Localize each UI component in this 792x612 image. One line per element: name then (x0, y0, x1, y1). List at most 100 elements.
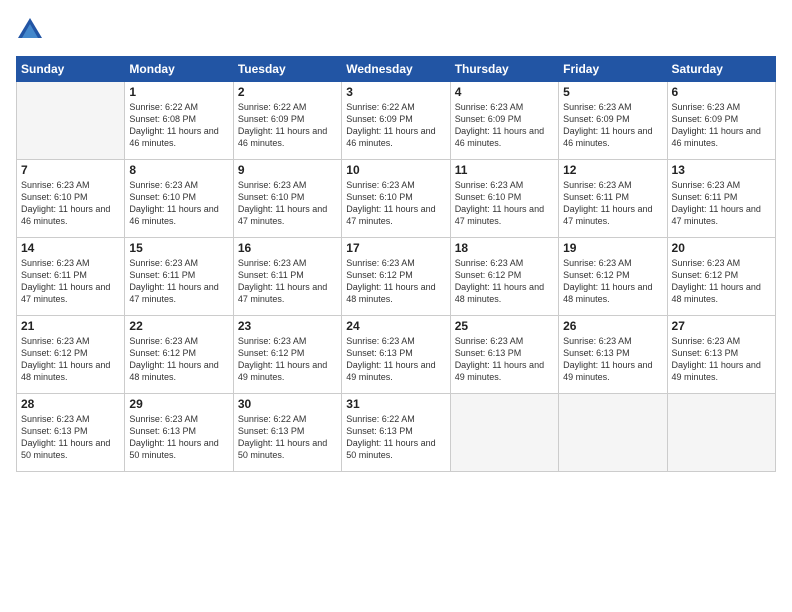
day-info: Sunrise: 6:23 AMSunset: 6:11 PMDaylight:… (238, 257, 337, 306)
day-info: Sunrise: 6:23 AMSunset: 6:12 PMDaylight:… (346, 257, 445, 306)
day-info: Sunrise: 6:23 AMSunset: 6:13 PMDaylight:… (21, 413, 120, 462)
calendar-week-row: 21 Sunrise: 6:23 AMSunset: 6:12 PMDayligh… (17, 316, 776, 394)
calendar-cell: 20Sunrise: 6:23 AMSunset: 6:12 PMDayligh… (667, 238, 775, 316)
calendar-cell: 3 Sunrise: 6:22 AMSunset: 6:09 PMDaylight… (342, 82, 450, 160)
day-number: 26 (563, 319, 662, 333)
day-info: Sunrise: 6:23 AMSunset: 6:12 PMDaylight:… (455, 257, 554, 306)
calendar-cell: 7 Sunrise: 6:23 AMSunset: 6:10 PMDaylight… (17, 160, 125, 238)
calendar-week-row: 28 Sunrise: 6:23 AMSunset: 6:13 PMDayligh… (17, 394, 776, 472)
day-info: Sunrise: 6:23 AMSunset: 6:13 PMDaylight:… (129, 413, 228, 462)
day-info: Sunrise: 6:23 AMSunset: 6:11 PMDaylight:… (563, 179, 662, 228)
day-number: 14 (21, 241, 120, 255)
calendar-cell: 18 Sunrise: 6:23 AMSunset: 6:12 PMDayligh… (450, 238, 558, 316)
weekday-header-friday: Friday (559, 57, 667, 82)
header (16, 16, 776, 44)
day-info: Sunrise: 6:23 AMSunset: 6:11 PMDaylight:… (672, 179, 771, 228)
logo-icon (16, 16, 44, 44)
day-info: Sunrise: 6:23 AMSunset: 6:12 PMDaylight:… (563, 257, 662, 306)
weekday-header-monday: Monday (125, 57, 233, 82)
day-info: Sunrise: 6:22 AMSunset: 6:13 PMDaylight:… (238, 413, 337, 462)
day-info: Sunrise: 6:23 AMSunset: 6:10 PMDaylight:… (346, 179, 445, 228)
calendar-week-row: 1Sunrise: 6:22 AMSunset: 6:08 PMDaylight… (17, 82, 776, 160)
day-number: 15 (129, 241, 228, 255)
calendar-week-row: 7 Sunrise: 6:23 AMSunset: 6:10 PMDaylight… (17, 160, 776, 238)
day-number: 21 (21, 319, 120, 333)
day-info: Sunrise: 6:23 AMSunset: 6:09 PMDaylight:… (563, 101, 662, 150)
day-number: 2 (238, 85, 337, 99)
day-info: Sunrise: 6:23 AMSunset: 6:10 PMDaylight:… (455, 179, 554, 228)
day-info: Sunrise: 6:23 AMSunset: 6:09 PMDaylight:… (672, 101, 771, 150)
calendar-cell: 21 Sunrise: 6:23 AMSunset: 6:12 PMDayligh… (17, 316, 125, 394)
day-info: Sunrise: 6:23 AMSunset: 6:10 PMDaylight:… (238, 179, 337, 228)
day-number: 23 (238, 319, 337, 333)
calendar-cell: 23 Sunrise: 6:23 AMSunset: 6:12 PMDayligh… (233, 316, 341, 394)
calendar-cell: 9 Sunrise: 6:23 AMSunset: 6:10 PMDaylight… (233, 160, 341, 238)
day-number: 6 (672, 85, 771, 99)
day-number: 11 (455, 163, 554, 177)
day-info: Sunrise: 6:23 AMSunset: 6:11 PMDaylight:… (129, 257, 228, 306)
calendar-cell: 8Sunrise: 6:23 AMSunset: 6:10 PMDaylight… (125, 160, 233, 238)
calendar-table: SundayMondayTuesdayWednesdayThursdayFrid… (16, 56, 776, 472)
calendar-cell: 4Sunrise: 6:23 AMSunset: 6:09 PMDaylight… (450, 82, 558, 160)
day-number: 22 (129, 319, 228, 333)
calendar-cell (559, 394, 667, 472)
calendar-cell: 24Sunrise: 6:23 AMSunset: 6:13 PMDayligh… (342, 316, 450, 394)
calendar-cell: 10 Sunrise: 6:23 AMSunset: 6:10 PMDayligh… (342, 160, 450, 238)
calendar-cell: 14 Sunrise: 6:23 AMSunset: 6:11 PMDayligh… (17, 238, 125, 316)
calendar-cell: 25 Sunrise: 6:23 AMSunset: 6:13 PMDayligh… (450, 316, 558, 394)
calendar-cell: 31 Sunrise: 6:22 AMSunset: 6:13 PMDayligh… (342, 394, 450, 472)
calendar-cell: 17Sunrise: 6:23 AMSunset: 6:12 PMDayligh… (342, 238, 450, 316)
day-info: Sunrise: 6:23 AMSunset: 6:13 PMDaylight:… (455, 335, 554, 384)
calendar-cell (17, 82, 125, 160)
day-number: 31 (346, 397, 445, 411)
day-info: Sunrise: 6:23 AMSunset: 6:13 PMDaylight:… (563, 335, 662, 384)
day-number: 27 (672, 319, 771, 333)
calendar-cell (450, 394, 558, 472)
day-number: 10 (346, 163, 445, 177)
day-number: 3 (346, 85, 445, 99)
calendar-cell: 2 Sunrise: 6:22 AMSunset: 6:09 PMDaylight… (233, 82, 341, 160)
day-number: 16 (238, 241, 337, 255)
day-number: 30 (238, 397, 337, 411)
calendar-cell: 30 Sunrise: 6:22 AMSunset: 6:13 PMDayligh… (233, 394, 341, 472)
day-number: 18 (455, 241, 554, 255)
day-info: Sunrise: 6:23 AMSunset: 6:12 PMDaylight:… (238, 335, 337, 384)
weekday-header-sunday: Sunday (17, 57, 125, 82)
day-info: Sunrise: 6:23 AMSunset: 6:10 PMDaylight:… (129, 179, 228, 228)
calendar-cell: 15 Sunrise: 6:23 AMSunset: 6:11 PMDayligh… (125, 238, 233, 316)
day-info: Sunrise: 6:22 AMSunset: 6:09 PMDaylight:… (346, 101, 445, 150)
day-info: Sunrise: 6:22 AMSunset: 6:09 PMDaylight:… (238, 101, 337, 150)
day-number: 25 (455, 319, 554, 333)
day-info: Sunrise: 6:23 AMSunset: 6:11 PMDaylight:… (21, 257, 120, 306)
day-number: 5 (563, 85, 662, 99)
day-number: 9 (238, 163, 337, 177)
calendar-cell: 27 Sunrise: 6:23 AMSunset: 6:13 PMDayligh… (667, 316, 775, 394)
calendar-cell: 5 Sunrise: 6:23 AMSunset: 6:09 PMDaylight… (559, 82, 667, 160)
day-number: 29 (129, 397, 228, 411)
calendar-cell: 22Sunrise: 6:23 AMSunset: 6:12 PMDayligh… (125, 316, 233, 394)
logo (16, 16, 48, 44)
calendar-cell: 6 Sunrise: 6:23 AMSunset: 6:09 PMDaylight… (667, 82, 775, 160)
day-info: Sunrise: 6:23 AMSunset: 6:09 PMDaylight:… (455, 101, 554, 150)
calendar-cell: 16 Sunrise: 6:23 AMSunset: 6:11 PMDayligh… (233, 238, 341, 316)
calendar-cell: 11 Sunrise: 6:23 AMSunset: 6:10 PMDayligh… (450, 160, 558, 238)
day-info: Sunrise: 6:22 AMSunset: 6:13 PMDaylight:… (346, 413, 445, 462)
day-number: 13 (672, 163, 771, 177)
page: SundayMondayTuesdayWednesdayThursdayFrid… (0, 0, 792, 612)
calendar-cell: 1Sunrise: 6:22 AMSunset: 6:08 PMDaylight… (125, 82, 233, 160)
day-number: 1 (129, 85, 228, 99)
day-info: Sunrise: 6:23 AMSunset: 6:10 PMDaylight:… (21, 179, 120, 228)
weekday-header-row: SundayMondayTuesdayWednesdayThursdayFrid… (17, 57, 776, 82)
weekday-header-saturday: Saturday (667, 57, 775, 82)
calendar-cell: 19 Sunrise: 6:23 AMSunset: 6:12 PMDayligh… (559, 238, 667, 316)
day-info: Sunrise: 6:23 AMSunset: 6:12 PMDaylight:… (21, 335, 120, 384)
day-number: 19 (563, 241, 662, 255)
calendar-cell: 28 Sunrise: 6:23 AMSunset: 6:13 PMDayligh… (17, 394, 125, 472)
day-number: 7 (21, 163, 120, 177)
calendar-week-row: 14 Sunrise: 6:23 AMSunset: 6:11 PMDayligh… (17, 238, 776, 316)
weekday-header-tuesday: Tuesday (233, 57, 341, 82)
day-number: 28 (21, 397, 120, 411)
day-info: Sunrise: 6:23 AMSunset: 6:13 PMDaylight:… (672, 335, 771, 384)
day-number: 12 (563, 163, 662, 177)
day-number: 20 (672, 241, 771, 255)
